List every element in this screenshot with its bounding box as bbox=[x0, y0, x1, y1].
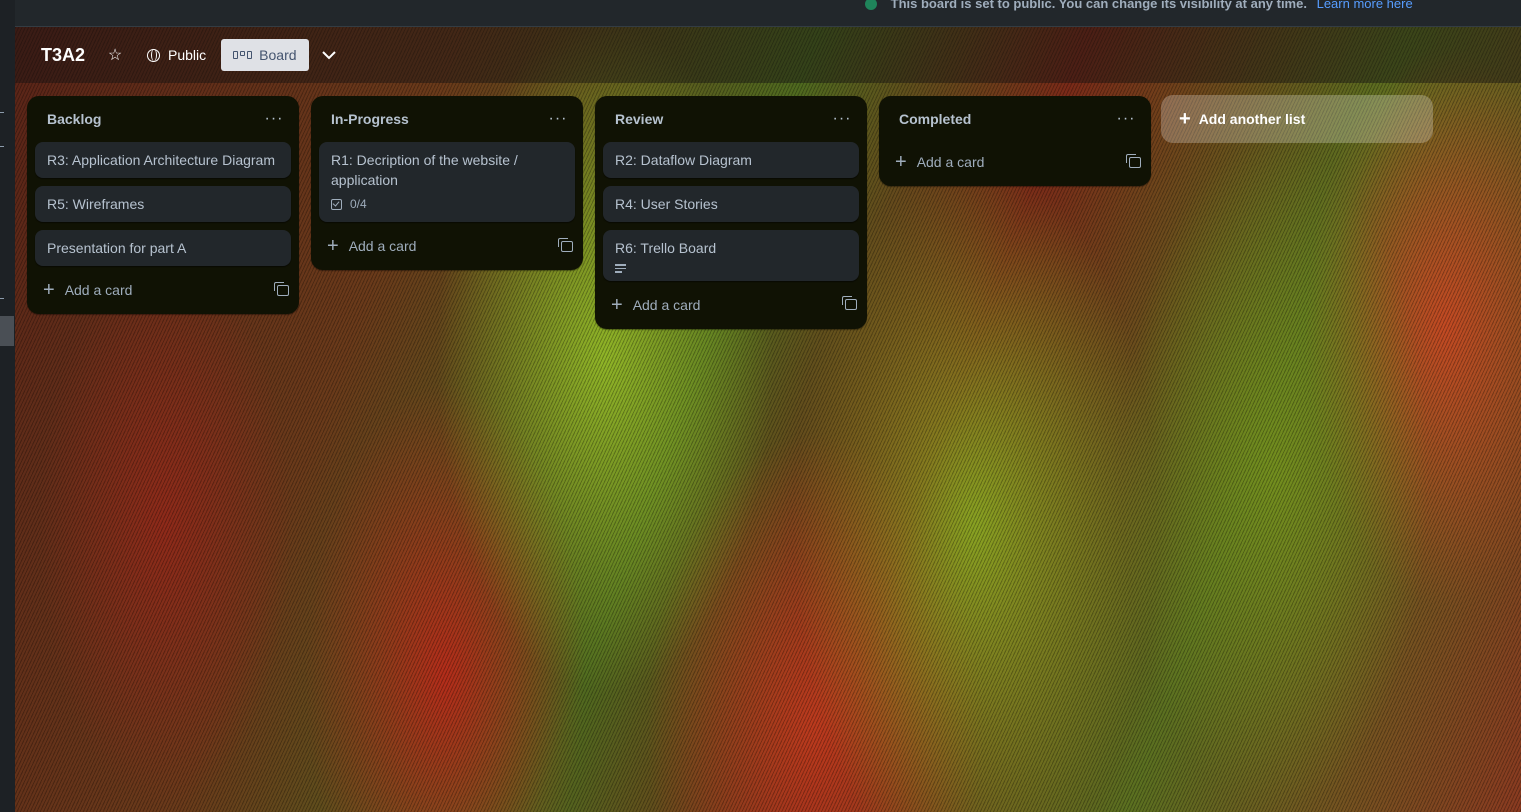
ellipsis-icon: ··· bbox=[548, 110, 568, 127]
card-title: R1: Decription of the website / applicat… bbox=[331, 152, 518, 188]
card[interactable]: R2: Dataflow Diagram bbox=[603, 142, 859, 178]
plus-icon: + bbox=[43, 279, 55, 301]
board-header: T3A2 ☆ Public Board bbox=[15, 27, 1521, 83]
board-canvas: T3A2 ☆ Public Board Backlog ··· R3: Appl… bbox=[15, 27, 1521, 812]
add-card-label: Add a card bbox=[632, 296, 701, 313]
plus-icon: + bbox=[1179, 108, 1191, 130]
sidebar-selected-item[interactable] bbox=[0, 316, 14, 346]
card[interactable]: R3: Application Architecture Diagram bbox=[35, 142, 291, 178]
list-menu-button[interactable]: ··· bbox=[1111, 104, 1141, 134]
visibility-banner: This board is set to public. You can cha… bbox=[15, 0, 1521, 27]
card[interactable]: R5: Wireframes bbox=[35, 186, 291, 222]
sidebar-tick bbox=[0, 112, 4, 113]
ellipsis-icon: ··· bbox=[832, 110, 852, 127]
left-sidebar-edge bbox=[0, 0, 16, 812]
list-title[interactable]: Review bbox=[615, 111, 663, 127]
checklist-count: 0/4 bbox=[350, 197, 367, 211]
list-title[interactable]: Completed bbox=[899, 111, 971, 127]
list-completed: Completed ··· + Add a card bbox=[879, 96, 1151, 186]
card-title: R4: User Stories bbox=[615, 196, 718, 212]
list-title[interactable]: Backlog bbox=[47, 111, 101, 127]
learn-more-link[interactable]: Learn more here bbox=[1317, 0, 1413, 11]
card-badges: 0/4 bbox=[331, 194, 563, 214]
board-view-label: Board bbox=[259, 47, 297, 63]
plus-icon: + bbox=[611, 293, 623, 316]
visibility-button[interactable]: Public bbox=[139, 39, 214, 71]
add-card-label: Add a card bbox=[916, 154, 985, 170]
visibility-label: Public bbox=[168, 47, 207, 63]
add-card-button[interactable]: + Add a card bbox=[889, 150, 990, 174]
globe-icon bbox=[865, 0, 877, 10]
add-card-button[interactable]: + Add a card bbox=[605, 293, 706, 317]
banner-message: This board is set to public. You can cha… bbox=[890, 0, 1307, 11]
card[interactable]: R4: User Stories bbox=[603, 186, 859, 222]
ellipsis-icon: ··· bbox=[264, 110, 284, 127]
add-another-list-button[interactable]: + Add another list bbox=[1161, 95, 1433, 143]
list-in-progress: In-Progress ··· R1: Decription of the we… bbox=[311, 96, 583, 270]
list-menu-button[interactable]: ··· bbox=[827, 104, 857, 134]
checklist-icon bbox=[331, 198, 342, 210]
card[interactable]: R1: Decription of the website / applicat… bbox=[319, 142, 575, 222]
plus-icon: + bbox=[895, 151, 907, 173]
card[interactable]: R6: Trello Board bbox=[603, 230, 859, 281]
card-title: R6: Trello Board bbox=[615, 240, 717, 256]
card-title: R3: Application Architecture Diagram bbox=[47, 152, 275, 168]
list-review: Review ··· R2: Dataflow Diagram R4: User… bbox=[595, 96, 867, 329]
list-title[interactable]: In-Progress bbox=[331, 111, 409, 127]
chevron-down-icon bbox=[321, 50, 336, 59]
globe-icon bbox=[147, 48, 161, 62]
card-title: Presentation for part A bbox=[47, 240, 187, 256]
sidebar-tick bbox=[0, 298, 4, 299]
card-title: R2: Dataflow Diagram bbox=[615, 152, 752, 168]
list-menu-button[interactable]: ··· bbox=[543, 104, 573, 134]
view-switcher-button[interactable] bbox=[315, 39, 343, 71]
add-card-button[interactable]: + Add a card bbox=[321, 234, 422, 258]
board-title[interactable]: T3A2 bbox=[41, 45, 85, 66]
description-icon bbox=[615, 264, 626, 273]
board-icon bbox=[233, 51, 253, 59]
star-button[interactable]: ☆ bbox=[99, 39, 131, 71]
list-backlog: Backlog ··· R3: Application Architecture… bbox=[27, 96, 299, 314]
template-icon[interactable] bbox=[1126, 153, 1141, 168]
add-card-label: Add a card bbox=[348, 238, 417, 254]
add-card-button[interactable]: + Add a card bbox=[37, 278, 138, 302]
add-card-label: Add a card bbox=[64, 282, 133, 298]
template-icon[interactable] bbox=[842, 296, 857, 310]
list-menu-button[interactable]: ··· bbox=[259, 104, 289, 134]
template-icon[interactable] bbox=[558, 237, 573, 252]
card[interactable]: Presentation for part A bbox=[35, 230, 291, 266]
plus-icon: + bbox=[327, 235, 339, 257]
star-icon: ☆ bbox=[107, 47, 123, 64]
sidebar-tick bbox=[0, 146, 4, 147]
add-list-label: Add another list bbox=[1198, 111, 1306, 127]
template-icon[interactable] bbox=[274, 281, 289, 296]
board-view-button[interactable]: Board bbox=[221, 39, 309, 71]
ellipsis-icon: ··· bbox=[1116, 110, 1136, 127]
card-title: R5: Wireframes bbox=[47, 196, 145, 212]
